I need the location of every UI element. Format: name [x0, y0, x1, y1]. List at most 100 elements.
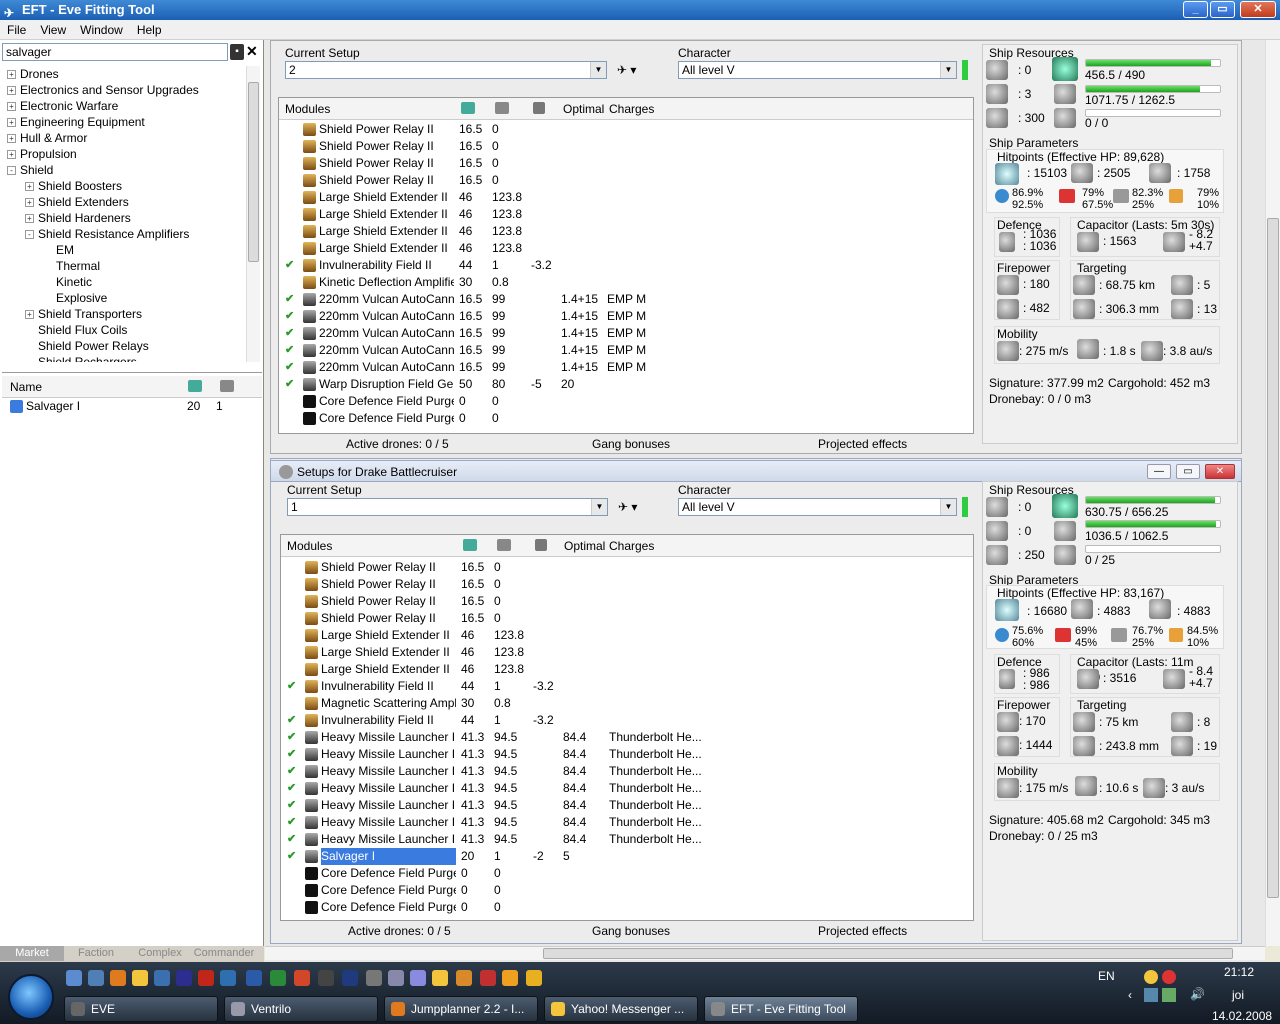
module-row[interactable]: Shield Power Relay II 16.5 0 — [281, 593, 971, 610]
module-row[interactable]: ✔ Heavy Missile Launcher II 41.3 94.5 84.4 Th… — [281, 797, 971, 814]
tree-item[interactable]: + Engineering Equipment — [3, 114, 246, 130]
module-row[interactable]: ✔ 220mm Vulcan AutoCann... 16.5 99 1.4+15 EMP… — [279, 342, 969, 359]
gang-bonuses-button[interactable]: Gang bonuses — [592, 437, 670, 451]
tree-item[interactable]: + Shield Transporters — [3, 306, 246, 322]
module-row[interactable]: Large Shield Extender II 46 123.8 — [281, 661, 971, 678]
powergrid-column-icon[interactable] — [220, 380, 234, 392]
quicklaunch-app-icon[interactable] — [154, 970, 170, 986]
cpu-column-icon[interactable] — [188, 380, 202, 392]
tree-item[interactable]: + Hull & Armor — [3, 130, 246, 146]
tab-faction[interactable]: Faction — [64, 946, 128, 961]
optimal-column-header[interactable]: Optimal — [564, 539, 605, 553]
taskbar-button-yahoo[interactable]: Yahoo! Messenger ... — [544, 996, 698, 1022]
mdi-minimize-button[interactable]: — — [1147, 464, 1171, 479]
quicklaunch-powerpoint-icon[interactable] — [294, 970, 310, 986]
tray-expand-icon[interactable]: ‹ — [1128, 988, 1132, 1002]
capacitor-column-icon[interactable] — [533, 102, 545, 114]
menu-file[interactable]: File — [0, 20, 33, 40]
tree-item[interactable]: Shield Rechargers — [3, 354, 246, 362]
module-row[interactable]: Shield Power Relay II 16.5 0 — [279, 155, 969, 172]
quicklaunch-lightning-icon[interactable] — [526, 970, 542, 986]
tree-item[interactable]: + Drones — [3, 66, 246, 82]
quicklaunch-desktop-icon[interactable] — [66, 970, 82, 986]
capacitor-column-icon[interactable] — [535, 539, 547, 551]
module-active-check[interactable]: ✔ — [287, 848, 296, 865]
module-row[interactable]: Core Defence Field Purger I 0 0 — [279, 393, 969, 410]
tree-item[interactable]: Kinetic — [3, 274, 246, 290]
character-select[interactable]: All level V ▼ — [678, 61, 957, 79]
tree-item[interactable]: EM — [3, 242, 246, 258]
module-row[interactable]: ✔ Invulnerability Field II 44 1 -3.2 — [279, 257, 969, 274]
clear-search-icon[interactable]: ✕ — [246, 43, 260, 59]
cpu-column-icon[interactable] — [461, 102, 475, 114]
module-row[interactable]: Shield Power Relay II 16.5 0 — [279, 172, 969, 189]
optimal-column-header[interactable]: Optimal — [563, 102, 604, 116]
quicklaunch-app2-icon[interactable] — [410, 970, 426, 986]
tree-item[interactable]: Thermal — [3, 258, 246, 274]
projected-effects-button[interactable]: Projected effects — [818, 437, 907, 451]
module-row[interactable]: ✔ Salvager I 20 1 -2 5 — [281, 848, 971, 865]
tray-status-icon[interactable] — [1162, 988, 1176, 1002]
setup-options-icon[interactable]: ✈ ▾ — [618, 500, 637, 514]
module-active-check[interactable]: ✔ — [287, 831, 296, 848]
tree-item[interactable]: Shield Flux Coils — [3, 322, 246, 338]
module-row[interactable]: ✔ 220mm Vulcan AutoCann... 16.5 99 1.4+15 EMP… — [279, 325, 969, 342]
taskbar-button-eve[interactable]: EVE — [64, 996, 218, 1022]
quicklaunch-yahoo-icon[interactable] — [432, 970, 448, 986]
menu-help[interactable]: Help — [130, 20, 169, 40]
module-row[interactable]: ✔ Heavy Missile Launcher II 41.3 94.5 84.4 Th… — [281, 780, 971, 797]
clock-time[interactable]: 21:12 — [1224, 965, 1254, 979]
module-active-check[interactable]: ✔ — [285, 342, 294, 359]
maximize-button[interactable]: ▭ — [1210, 1, 1235, 18]
setup-options-icon[interactable]: ✈ ▾ — [617, 63, 636, 77]
module-active-check[interactable]: ✔ — [287, 814, 296, 831]
module-row[interactable]: ✔ Invulnerability Field II 44 1 -3.2 — [281, 712, 971, 729]
active-drones-text[interactable]: Active drones: 0 / 5 — [348, 924, 451, 938]
expand-icon[interactable]: + — [25, 310, 34, 320]
module-row[interactable]: Large Shield Extender II 46 123.8 — [281, 627, 971, 644]
tree-item[interactable]: - Shield — [3, 162, 246, 178]
mdi-close-button[interactable]: ✕ — [1205, 464, 1235, 479]
quicklaunch-eft-icon[interactable] — [366, 970, 382, 986]
tree-item[interactable]: + Shield Extenders — [3, 194, 246, 210]
module-active-check[interactable]: ✔ — [285, 376, 294, 393]
quicklaunch-record-icon[interactable] — [480, 970, 496, 986]
module-row[interactable]: Large Shield Extender II 46 123.8 — [279, 223, 969, 240]
main-hscrollbar[interactable] — [265, 946, 1265, 960]
module-row[interactable]: ✔ Heavy Missile Launcher II 41.3 94.5 84.4 Th… — [281, 729, 971, 746]
module-row[interactable]: ✔ Invulnerability Field II 44 1 -3.2 — [281, 678, 971, 695]
collapse-icon[interactable]: - — [25, 230, 34, 240]
quicklaunch-tool-icon[interactable] — [220, 970, 236, 986]
expand-icon[interactable]: + — [7, 70, 16, 80]
charges-column-header[interactable]: Charges — [609, 102, 654, 116]
tray-yahoo-icon[interactable] — [1144, 970, 1158, 984]
module-row[interactable]: Large Shield Extender II 46 123.8 — [279, 206, 969, 223]
powergrid-column-icon[interactable] — [495, 102, 509, 114]
quicklaunch-explorer-icon[interactable] — [88, 970, 104, 986]
quicklaunch-fire-icon[interactable] — [456, 970, 472, 986]
active-drones-text[interactable]: Active drones: 0 / 5 — [346, 437, 449, 451]
tree-item[interactable]: + Electronic Warfare — [3, 98, 246, 114]
modules-column-header[interactable]: Modules — [287, 539, 332, 553]
module-row[interactable]: Shield Power Relay II 16.5 0 — [279, 138, 969, 155]
tab-market[interactable]: Market — [0, 946, 64, 961]
quicklaunch-firefox-icon[interactable] — [110, 970, 126, 986]
tree-item[interactable]: Explosive — [3, 290, 246, 306]
module-row[interactable]: ✔ 220mm Vulcan AutoCann... 16.5 99 1.4+15 EMP… — [279, 359, 969, 376]
tree-scroll-thumb[interactable] — [248, 82, 259, 262]
module-row[interactable]: Large Shield Extender II 46 123.8 — [279, 189, 969, 206]
module-active-check[interactable]: ✔ — [287, 678, 296, 695]
module-row[interactable]: Shield Power Relay II 16.5 0 — [281, 559, 971, 576]
tray-alert-icon[interactable] — [1162, 970, 1176, 984]
module-row[interactable]: Shield Power Relay II 16.5 0 — [281, 610, 971, 627]
main-scroll-thumb[interactable] — [1267, 218, 1279, 898]
tab-commander[interactable]: Commander — [192, 946, 256, 961]
tree-item[interactable]: + Shield Boosters — [3, 178, 246, 194]
module-active-check[interactable]: ✔ — [285, 325, 294, 342]
tree-item[interactable]: + Propulsion — [3, 146, 246, 162]
module-active-check[interactable]: ✔ — [285, 359, 294, 376]
close-button[interactable]: ✕ — [1240, 1, 1276, 18]
modules-column-header[interactable]: Modules — [285, 102, 330, 116]
start-button[interactable] — [8, 974, 54, 1020]
module-row[interactable]: Core Defence Field Purger I 0 0 — [279, 410, 969, 427]
